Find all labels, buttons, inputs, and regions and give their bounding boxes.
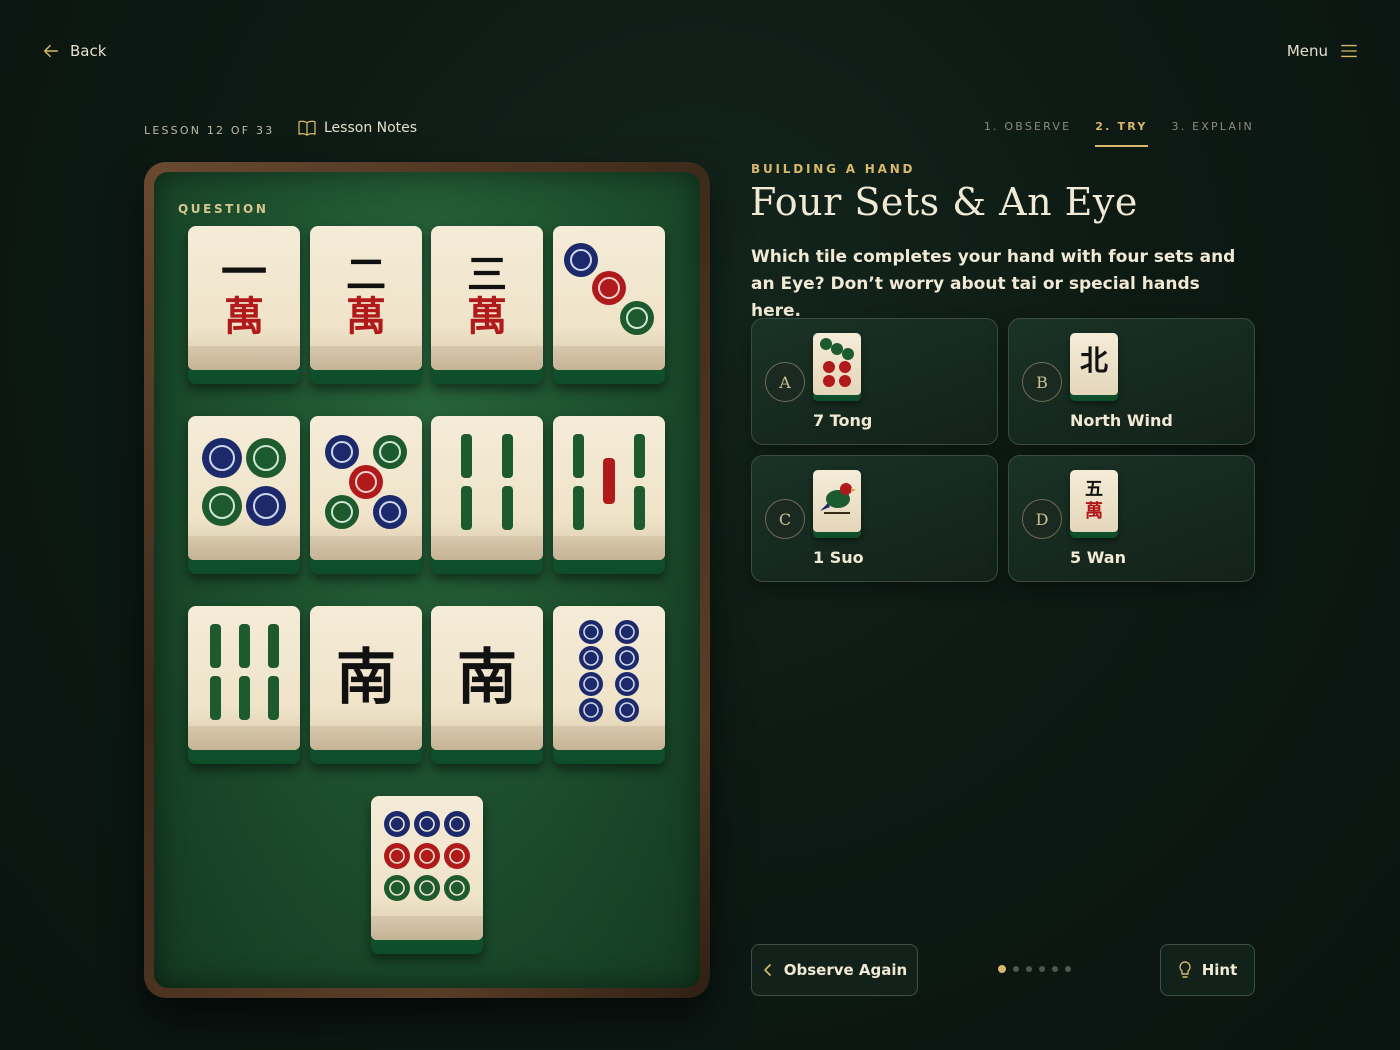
page-dot[interactable] bbox=[1052, 966, 1058, 972]
hint-button[interactable]: Hint bbox=[1160, 944, 1255, 996]
option-c[interactable]: C 1 Suo bbox=[751, 455, 998, 582]
option-letter: B bbox=[1022, 362, 1062, 402]
menu-label: Menu bbox=[1286, 42, 1328, 60]
svg-text:北: 北 bbox=[1080, 344, 1108, 377]
tab-try[interactable]: 2. TRY bbox=[1095, 120, 1148, 147]
option-label: North Wind bbox=[1070, 411, 1173, 430]
tile-south-wind: 南 bbox=[310, 606, 422, 764]
svg-text:五: 五 bbox=[1085, 479, 1103, 500]
svg-text:南: 南 bbox=[457, 643, 517, 713]
mahjong-board: QUESTION 一 萬 二 萬 三 萬 南 南 bbox=[144, 162, 710, 998]
page-dot[interactable] bbox=[1013, 966, 1019, 972]
section-eyebrow: BUILDING A HAND bbox=[751, 162, 916, 176]
option-b[interactable]: B 北 North Wind bbox=[1008, 318, 1255, 445]
option-label: 7 Tong bbox=[813, 411, 873, 430]
option-letter: A bbox=[765, 362, 805, 402]
observe-again-label: Observe Again bbox=[783, 961, 908, 979]
option-d[interactable]: D 五 萬 5 Wan bbox=[1008, 455, 1255, 582]
mini-tile-1-suo bbox=[813, 470, 861, 538]
chevron-left-icon bbox=[763, 964, 771, 976]
bird-icon bbox=[820, 483, 856, 514]
tile-4-suo bbox=[431, 416, 543, 574]
svg-text:三: 三 bbox=[467, 251, 507, 298]
mini-tile-north-wind: 北 bbox=[1070, 333, 1118, 401]
lightbulb-icon bbox=[1179, 961, 1191, 978]
svg-text:萬: 萬 bbox=[224, 293, 264, 340]
tile-5-suo bbox=[553, 416, 665, 574]
svg-text:南: 南 bbox=[336, 643, 396, 713]
tab-observe[interactable]: 1. OBSERVE bbox=[984, 120, 1071, 147]
tile-8-tong bbox=[553, 606, 665, 764]
lesson-count: LESSON 12 OF 33 bbox=[144, 124, 275, 137]
tile-2-wan: 二 萬 bbox=[310, 226, 422, 384]
option-label: 1 Suo bbox=[813, 548, 864, 567]
page-dot[interactable] bbox=[1026, 966, 1032, 972]
tile-9-tong bbox=[371, 796, 483, 954]
svg-text:萬: 萬 bbox=[467, 293, 507, 340]
tile-4-tong bbox=[188, 416, 300, 574]
option-letter: D bbox=[1022, 499, 1062, 539]
tile-3-tong bbox=[553, 226, 665, 384]
arrow-left-icon bbox=[43, 44, 59, 58]
svg-text:萬: 萬 bbox=[346, 293, 386, 340]
menu-button[interactable]: Menu bbox=[1287, 42, 1358, 60]
step-tabs: 1. OBSERVE 2. TRY 3. EXPLAIN bbox=[984, 120, 1254, 147]
question-label: QUESTION bbox=[178, 202, 269, 216]
option-label: 5 Wan bbox=[1070, 548, 1126, 567]
tile-south-wind: 南 bbox=[431, 606, 543, 764]
tile-3-wan: 三 萬 bbox=[431, 226, 543, 384]
pagination-dots bbox=[998, 965, 1071, 973]
hamburger-icon bbox=[1341, 44, 1357, 58]
back-button[interactable]: Back bbox=[42, 42, 106, 60]
mini-tile-7-tong bbox=[813, 333, 861, 401]
question-prompt: Which tile completes your hand with four… bbox=[751, 247, 1236, 321]
observe-again-button[interactable]: Observe Again bbox=[751, 944, 918, 996]
tab-explain[interactable]: 3. EXPLAIN bbox=[1172, 120, 1255, 147]
tile-5-tong bbox=[310, 416, 422, 574]
felt-table: QUESTION 一 萬 二 萬 三 萬 南 南 bbox=[154, 172, 700, 988]
svg-text:一: 一 bbox=[221, 245, 267, 299]
svg-text:二: 二 bbox=[346, 251, 386, 298]
page-title: Four Sets & An Eye bbox=[750, 180, 1138, 224]
book-icon bbox=[298, 120, 316, 136]
mini-tile-5-wan: 五 萬 bbox=[1070, 470, 1118, 538]
svg-text:萬: 萬 bbox=[1085, 501, 1103, 522]
hint-label: Hint bbox=[1201, 961, 1238, 979]
tile-1-wan: 一 萬 bbox=[188, 226, 300, 384]
option-letter: C bbox=[765, 499, 805, 539]
page-dot[interactable] bbox=[998, 965, 1006, 973]
lesson-notes-link[interactable]: Lesson Notes bbox=[298, 120, 417, 136]
lesson-notes-label: Lesson Notes bbox=[324, 120, 418, 136]
option-a[interactable]: A 7 Tong bbox=[751, 318, 998, 445]
back-label: Back bbox=[70, 42, 107, 60]
page-dot[interactable] bbox=[1065, 966, 1071, 972]
tile-6-suo bbox=[188, 606, 300, 764]
page-dot[interactable] bbox=[1039, 966, 1045, 972]
